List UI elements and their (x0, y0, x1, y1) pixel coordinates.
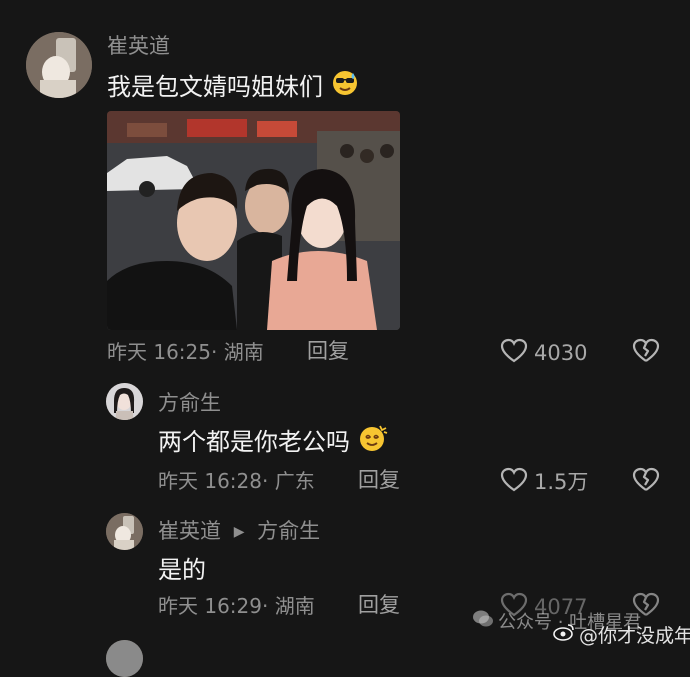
sunglasses-sweat-emoji (331, 71, 359, 101)
like-count: 4030 (534, 340, 588, 365)
avatar[interactable] (106, 383, 143, 420)
heart-icon (500, 338, 528, 368)
comment-username-link[interactable]: 崔英道 (158, 519, 221, 543)
reply-arrow-icon: ▶ (233, 524, 245, 540)
reply-button[interactable]: 回复 (358, 595, 400, 616)
weibo-icon (553, 623, 575, 646)
avatar[interactable] (106, 640, 143, 677)
comment-text-content: 我是包文婧吗姐妹们 (107, 73, 323, 101)
dislike-button[interactable] (632, 467, 660, 497)
comment-time-value: 昨天 16:25 (107, 340, 211, 364)
wechat-icon (472, 609, 494, 634)
comment-username[interactable]: 方俞生 (158, 393, 221, 414)
comment-time: 昨天 16:25· 湖南 (107, 342, 264, 362)
like-button[interactable]: 4030 (500, 338, 587, 368)
broken-heart-icon (632, 338, 660, 368)
heart-icon (500, 467, 528, 497)
reply-to-username[interactable]: 方俞生 (257, 519, 320, 543)
comment-time-value: 昨天 16:28 (158, 469, 262, 493)
comment-location: · 湖南 (211, 340, 264, 364)
comment-time-value: 昨天 16:29 (158, 594, 262, 618)
comment-text: 我是包文婧吗姐妹们 (107, 71, 359, 101)
watermark-handle: @你才没成年 (579, 625, 690, 647)
reply-button[interactable]: 回复 (307, 341, 349, 362)
comment-location: · 湖南 (262, 594, 315, 618)
comment-username: 崔英道 ▶ 方俞生 (158, 521, 320, 542)
comment-text: 是的 (158, 556, 206, 584)
comment-text: 两个都是你老公吗 (158, 425, 388, 457)
comment-time: 昨天 16:29· 湖南 (158, 596, 315, 616)
comment-text-content: 两个都是你老公吗 (158, 428, 350, 456)
comment-photo[interactable] (107, 111, 400, 330)
dislike-button[interactable] (632, 338, 660, 368)
dizzy-smile-emoji (358, 425, 388, 457)
like-count: 1.5万 (534, 469, 589, 494)
avatar[interactable] (106, 513, 143, 550)
weibo-watermark: @你才没成年 (553, 621, 690, 648)
like-button[interactable]: 1.5万 (500, 467, 588, 497)
comment-location: · 广东 (262, 469, 315, 493)
comment-username[interactable]: 崔英道 (107, 36, 170, 57)
avatar[interactable] (26, 32, 92, 98)
reply-button[interactable]: 回复 (358, 470, 400, 491)
comment-time: 昨天 16:28· 广东 (158, 471, 315, 491)
broken-heart-icon (632, 467, 660, 497)
